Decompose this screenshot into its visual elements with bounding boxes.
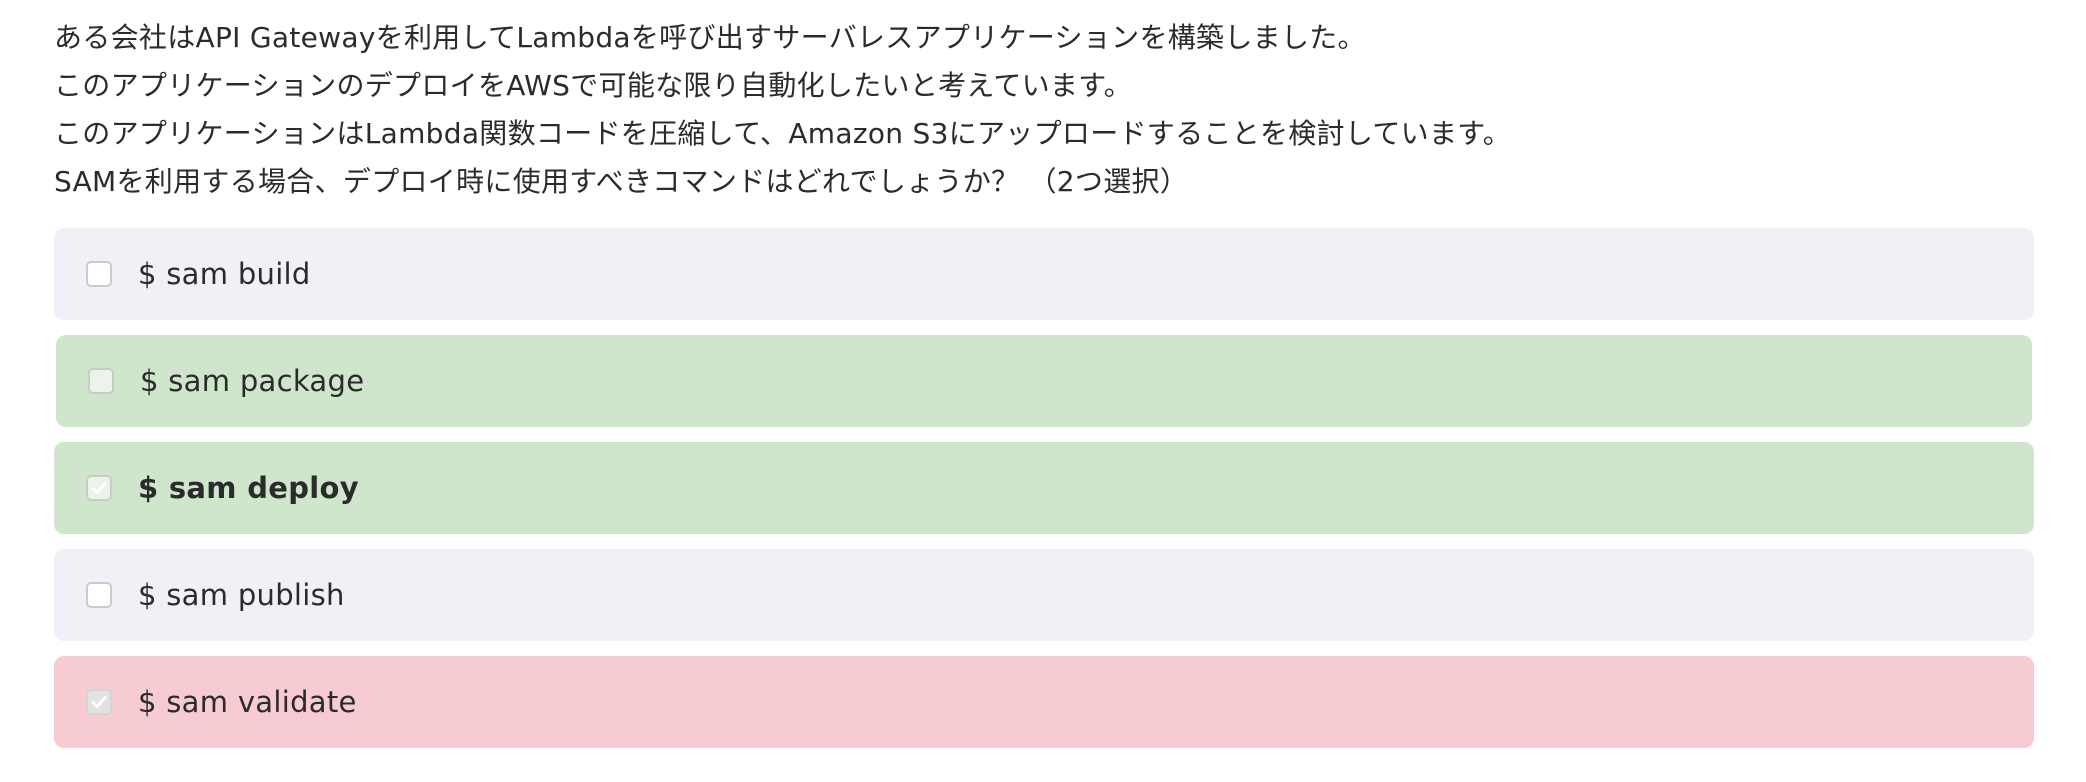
option-sam-package[interactable]: $ sam package <box>56 335 2032 427</box>
question-line-4: SAMを利用する場合、デプロイ時に使用すべきコマンドはどれでしょうか？ （2つ選… <box>54 165 1189 198</box>
option-checkbox[interactable] <box>88 368 114 394</box>
question-line-1: ある会社はAPI Gatewayを利用してLambdaを呼び出すサーバレスアプリ… <box>54 21 1366 54</box>
option-checkbox-checked[interactable] <box>86 475 112 501</box>
check-icon <box>91 482 107 494</box>
question-line-2: このアプリケーションのデプロイをAWSで可能な限り自動化したいと考えています。 <box>54 69 1133 102</box>
option-checkbox[interactable] <box>86 582 112 608</box>
question-line-3: このアプリケーションはLambda関数コードを圧縮して、Amazon S3にアッ… <box>54 117 1512 150</box>
option-sam-build[interactable]: $ sam build <box>54 228 2034 320</box>
answer-options: $ sam build $ sam package $ sam deploy $… <box>54 228 2034 763</box>
option-label: $ sam validate <box>138 685 357 719</box>
option-label: $ sam publish <box>138 578 345 612</box>
check-icon <box>91 696 107 708</box>
option-label: $ sam package <box>140 364 365 398</box>
option-label: $ sam deploy <box>138 471 359 505</box>
option-sam-deploy[interactable]: $ sam deploy <box>54 442 2034 534</box>
option-sam-validate[interactable]: $ sam validate <box>54 656 2034 748</box>
question-text: ある会社はAPI Gatewayを利用してLambdaを呼び出すサーバレスアプリ… <box>54 14 2034 206</box>
option-checkbox-checked[interactable] <box>86 689 112 715</box>
quiz-page: ある会社はAPI Gatewayを利用してLambdaを呼び出すサーバレスアプリ… <box>0 0 2086 782</box>
option-sam-publish[interactable]: $ sam publish <box>54 549 2034 641</box>
option-checkbox[interactable] <box>86 261 112 287</box>
option-label: $ sam build <box>138 257 311 291</box>
